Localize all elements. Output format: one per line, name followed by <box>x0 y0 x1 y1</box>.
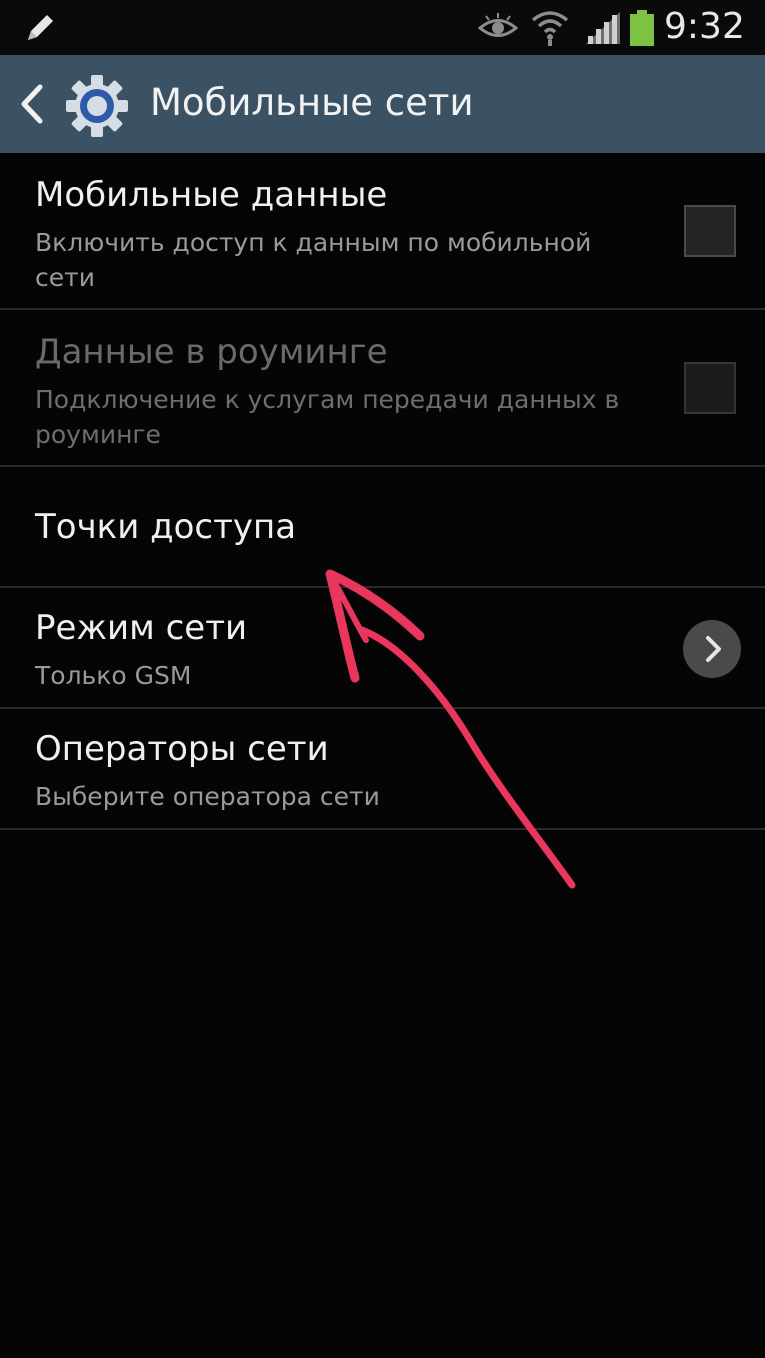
wifi-icon <box>531 11 569 46</box>
network-operators-title: Операторы сети <box>35 729 329 769</box>
network-mode-title: Режим сети <box>35 608 248 648</box>
network-mode-subtitle: Только GSM <box>35 661 192 690</box>
roaming-title: Данные в роуминге <box>35 332 388 372</box>
access-points-title: Точки доступа <box>35 507 297 547</box>
gear-icon[interactable] <box>64 73 130 139</box>
list-item-network-mode[interactable]: Режим сети Только GSM <box>0 588 765 709</box>
status-bar: 9:32 <box>0 0 765 55</box>
eye-icon <box>478 13 518 37</box>
chevron-left-icon[interactable] <box>16 83 46 125</box>
mobile-data-subtitle: Включить доступ к данным по мобильной се… <box>35 228 592 292</box>
list-item-mobile-data[interactable]: Мобильные данные Включить доступ к данны… <box>0 153 765 310</box>
roaming-checkbox <box>684 362 736 414</box>
settings-list: Мобильные данные Включить доступ к данны… <box>0 153 765 830</box>
chevron-right-icon <box>706 636 721 662</box>
action-bar: Мобильные сети <box>0 55 765 153</box>
network-mode-button[interactable] <box>683 620 741 678</box>
mobile-data-checkbox[interactable] <box>684 205 736 257</box>
signal-icon <box>586 12 620 44</box>
list-item-roaming: Данные в роуминге Подключение к услугам … <box>0 310 765 467</box>
roaming-subtitle: Подключение к услугам передачи данных в … <box>35 385 620 449</box>
status-clock: 9:32 <box>664 6 745 47</box>
mobile-data-title: Мобильные данные <box>35 175 388 215</box>
list-item-access-points[interactable]: Точки доступа <box>0 467 765 588</box>
pencil-icon <box>28 15 53 40</box>
list-item-network-operators[interactable]: Операторы сети Выберите оператора сети <box>0 709 765 830</box>
page-title: Мобильные сети <box>150 81 474 124</box>
battery-icon <box>630 10 654 46</box>
network-operators-subtitle: Выберите оператора сети <box>35 782 380 811</box>
